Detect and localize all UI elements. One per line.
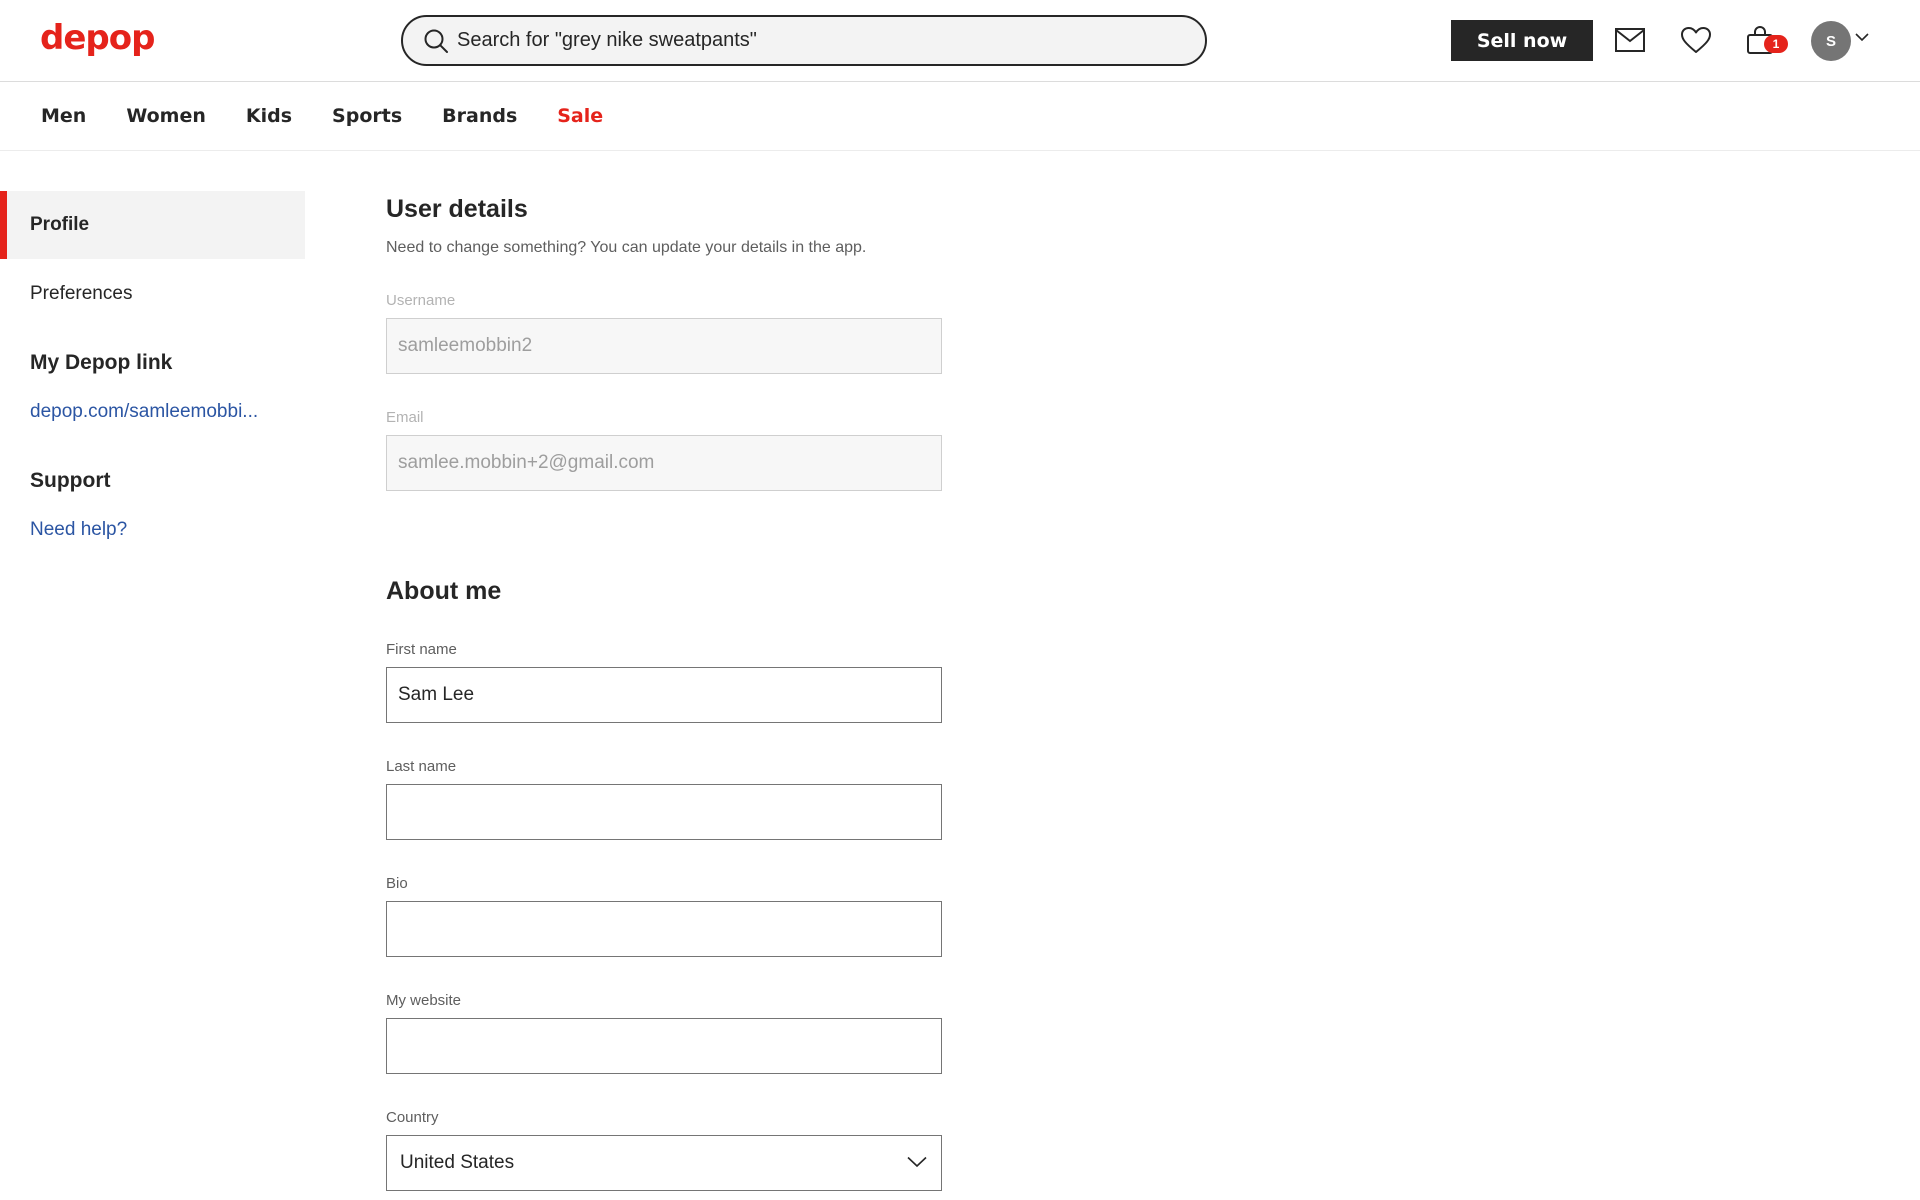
search-input[interactable] (457, 29, 1157, 52)
about-me-title: About me (386, 577, 502, 605)
chevron-down-icon (907, 1156, 927, 1168)
username-label: Username (386, 292, 456, 309)
username-field (386, 318, 942, 374)
user-details-subtitle: Need to change something? You can update… (386, 239, 867, 256)
country-select[interactable]: United States (386, 1135, 942, 1191)
bio-label: Bio (386, 875, 408, 892)
need-help-link[interactable]: Need help? (30, 519, 127, 541)
bio-field[interactable] (386, 901, 942, 957)
sidebar-item-preferences[interactable]: Preferences (30, 283, 132, 305)
country-label: Country (386, 1109, 439, 1126)
first-name-label: First name (386, 641, 457, 658)
website-field[interactable] (386, 1018, 942, 1074)
sell-now-button[interactable]: Sell now (1451, 20, 1593, 61)
depop-link-heading: My Depop link (30, 351, 173, 374)
email-label: Email (386, 409, 424, 426)
nav-kids[interactable]: Kids (246, 105, 292, 127)
last-name-label: Last name (386, 758, 457, 775)
email-field (386, 435, 942, 491)
sidebar-item-profile[interactable]: Profile (0, 191, 305, 259)
messages-button[interactable] (1612, 22, 1648, 58)
first-name-field[interactable] (386, 667, 942, 723)
envelope-icon (1615, 28, 1645, 52)
depop-profile-link[interactable]: depop.com/samleemobbi... (30, 401, 258, 423)
search-bar[interactable] (401, 15, 1207, 66)
nav-sports[interactable]: Sports (332, 105, 402, 127)
search-icon (424, 29, 448, 53)
chevron-down-icon[interactable] (1855, 32, 1869, 42)
avatar[interactable]: S (1811, 21, 1851, 61)
support-heading: Support (30, 469, 111, 492)
category-nav: Men Women Kids Sports Brands Sale (0, 82, 1920, 151)
sidebar-item-label: Profile (30, 214, 90, 235)
nav-women[interactable]: Women (126, 105, 206, 127)
cart-count-badge: 1 (1764, 35, 1788, 53)
heart-icon (1681, 26, 1711, 53)
nav-brands[interactable]: Brands (442, 105, 517, 127)
country-value: United States (400, 1152, 515, 1173)
nav-men[interactable]: Men (41, 105, 86, 127)
top-header: depop Sell now 1 S (0, 0, 1920, 82)
user-details-title: User details (386, 195, 528, 223)
website-label: My website (386, 992, 462, 1009)
likes-button[interactable] (1678, 22, 1714, 58)
last-name-field[interactable] (386, 784, 942, 840)
depop-logo[interactable]: depop (40, 18, 155, 58)
nav-sale[interactable]: Sale (557, 105, 603, 127)
